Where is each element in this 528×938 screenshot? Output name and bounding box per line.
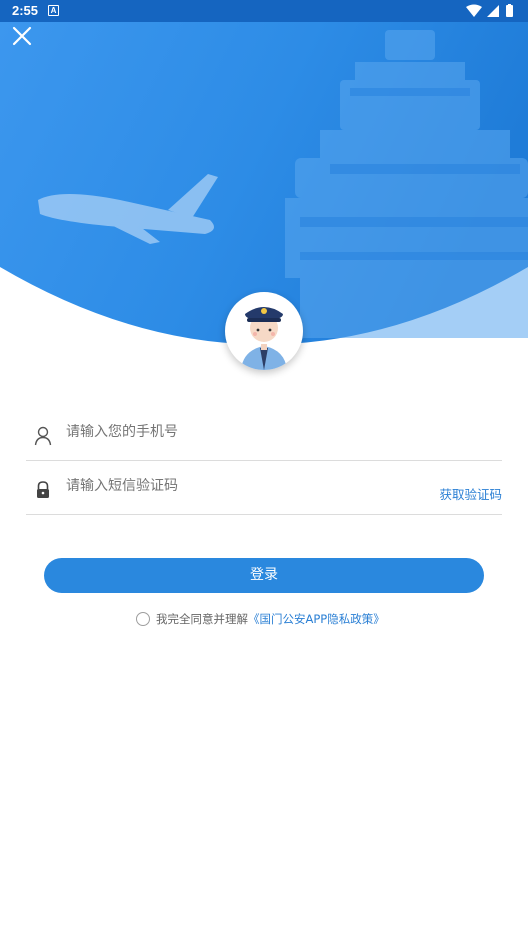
- agreement-radio[interactable]: [136, 612, 150, 626]
- avatar: [225, 292, 303, 370]
- lock-icon: [37, 481, 49, 498]
- code-field: 获取验证码: [26, 468, 502, 515]
- phone-input[interactable]: [66, 424, 426, 440]
- privacy-policy-link[interactable]: 《国门公安APP隐私政策》: [248, 612, 385, 626]
- police-officer-avatar: [241, 307, 287, 370]
- get-code-button[interactable]: 获取验证码: [439, 484, 502, 503]
- status-bar: 2:55 A: [0, 0, 528, 22]
- status-time: 2:55: [12, 3, 39, 18]
- a-icon: A: [48, 5, 59, 16]
- status-indicators: [466, 4, 513, 17]
- agreement-text: 我完全同意并理解《国门公安APP隐私政策》: [156, 611, 385, 627]
- agreement-label: 我完全同意并理解: [156, 612, 248, 626]
- signal-icon: [487, 5, 499, 17]
- phone-field: [26, 414, 502, 461]
- close-icon[interactable]: [8, 22, 36, 50]
- wifi-icon: [466, 4, 482, 17]
- user-icon: [34, 426, 52, 446]
- login-button[interactable]: 登录: [44, 558, 484, 593]
- battery-icon: [506, 5, 513, 17]
- code-input[interactable]: [66, 478, 366, 494]
